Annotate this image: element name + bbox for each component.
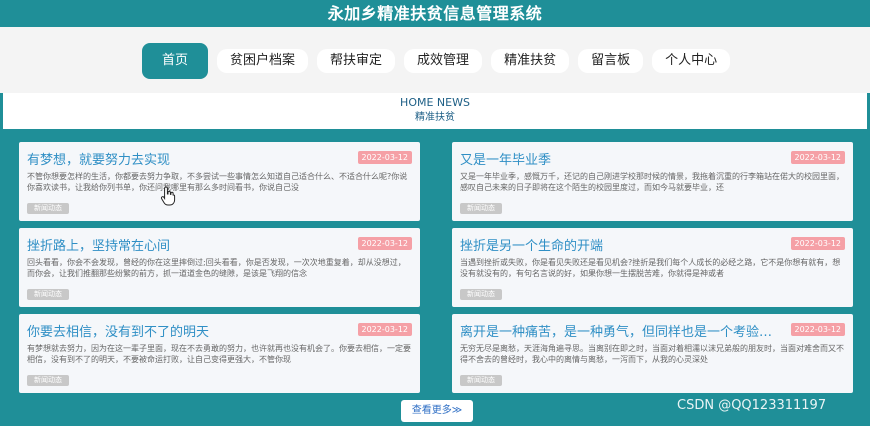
news-card-title[interactable]: 挫折路上，坚持常在心间 <box>27 235 352 254</box>
nav-item-assistance-review[interactable]: 帮扶审定 <box>317 49 396 73</box>
news-card-date: 2022-03-12 <box>790 237 845 250</box>
news-card-title[interactable]: 又是一年毕业季 <box>460 149 785 168</box>
news-card-tag: 新闻动态 <box>27 375 69 386</box>
nav-item-results[interactable]: 成效管理 <box>404 49 483 73</box>
news-card[interactable]: 挫折是另一个生命的开端 2022-03-12 当遇到挫折或失败，你是看见失败还是… <box>452 228 853 307</box>
news-card-tag: 新闻动态 <box>460 289 502 300</box>
news-heading-cn: 精准扶贫 <box>415 112 455 123</box>
news-card-date: 2022-03-12 <box>357 237 412 250</box>
news-card-tag: 新闻动态 <box>460 375 502 386</box>
news-card-title[interactable]: 有梦想，就要努力去实现 <box>27 149 352 168</box>
news-card-date: 2022-03-12 <box>790 151 845 164</box>
news-card-date: 2022-03-12 <box>790 323 845 336</box>
news-card-excerpt: 有梦想就去努力，因为在这一辈子里面，现在不去勇敢的努力，也许就再也没有机会了。你… <box>27 344 411 364</box>
hand-cursor-icon <box>160 186 176 206</box>
news-card[interactable]: 有梦想，就要努力去实现 2022-03-12 不管你想要怎样的生活，你都要去努力… <box>19 142 420 221</box>
news-card[interactable]: 你要去相信，没有到不了的明天 2022-03-12 有梦想就去努力，因为在这一辈… <box>19 314 420 393</box>
news-card-title[interactable]: 离开是一种痛苦，是一种勇气，但同样也是一个考验，是一个新的开始 <box>460 321 785 340</box>
news-card-title[interactable]: 你要去相信，没有到不了的明天 <box>27 321 352 340</box>
nav-bar: 首页 贫困户档案 帮扶审定 成效管理 精准扶贫 留言板 个人中心 <box>0 27 870 93</box>
watermark: CSDN @QQ123311197 <box>677 398 827 413</box>
site-title: 永加乡精准扶贫信息管理系统 <box>327 4 543 23</box>
nav-item-poor-households[interactable]: 贫困户档案 <box>217 49 309 73</box>
news-card-excerpt: 当遇到挫折或失败，你是看见失败还是看见机会?挫折是我们每个人成长的必经之路，它不… <box>460 258 841 278</box>
news-card-excerpt: 回头看看，你会不会发现，曾经的你在这里摔倒过;回头看看，你是否发现，一次次地重复… <box>27 258 406 278</box>
news-card[interactable]: 又是一年毕业季 2022-03-12 又是一年毕业季，感慨万千，还记的自己刚进学… <box>452 142 853 221</box>
news-card-tag: 新闻动态 <box>27 203 69 214</box>
nav-item-personal-center[interactable]: 个人中心 <box>652 49 731 73</box>
news-card-tag: 新闻动态 <box>27 289 69 300</box>
nav-item-targeted-aid[interactable]: 精准扶贫 <box>491 49 570 73</box>
news-card-date: 2022-03-12 <box>357 151 412 164</box>
news-card-title[interactable]: 挫折是另一个生命的开端 <box>460 235 785 254</box>
news-card[interactable]: 离开是一种痛苦，是一种勇气，但同样也是一个考验，是一个新的开始 2022-03-… <box>452 314 853 393</box>
news-heading-en: HOME NEWS <box>400 96 470 109</box>
news-card-excerpt: 又是一年毕业季，感慨万千，还记的自己刚进学校那时候的情景，我拖着沉重的行李箱站在… <box>460 172 844 192</box>
news-card[interactable]: 挫折路上，坚持常在心间 2022-03-12 回头看看，你会不会发现，曾经的你在… <box>19 228 420 307</box>
news-card-tag: 新闻动态 <box>460 203 502 214</box>
nav-item-home[interactable]: 首页 <box>142 43 209 79</box>
main-nav: 首页 贫困户档案 帮扶审定 成效管理 精准扶贫 留言板 个人中心 <box>142 43 731 79</box>
view-more-button[interactable]: 查看更多≫ <box>401 400 473 422</box>
news-card-date: 2022-03-12 <box>357 323 412 336</box>
news-card-excerpt: 不管你想要怎样的生活，你都要去努力争取，不多尝试一些事情怎么知道自己适合什么、不… <box>27 172 408 192</box>
nav-item-message-board[interactable]: 留言板 <box>578 49 644 73</box>
news-card-excerpt: 无穷无尽是离愁，天涯海角遍寻思。当离别在即之时，当面对着相濡以沫兄弟般的朋友时，… <box>460 344 844 364</box>
news-heading: HOME NEWS 精准扶贫 <box>3 93 867 129</box>
